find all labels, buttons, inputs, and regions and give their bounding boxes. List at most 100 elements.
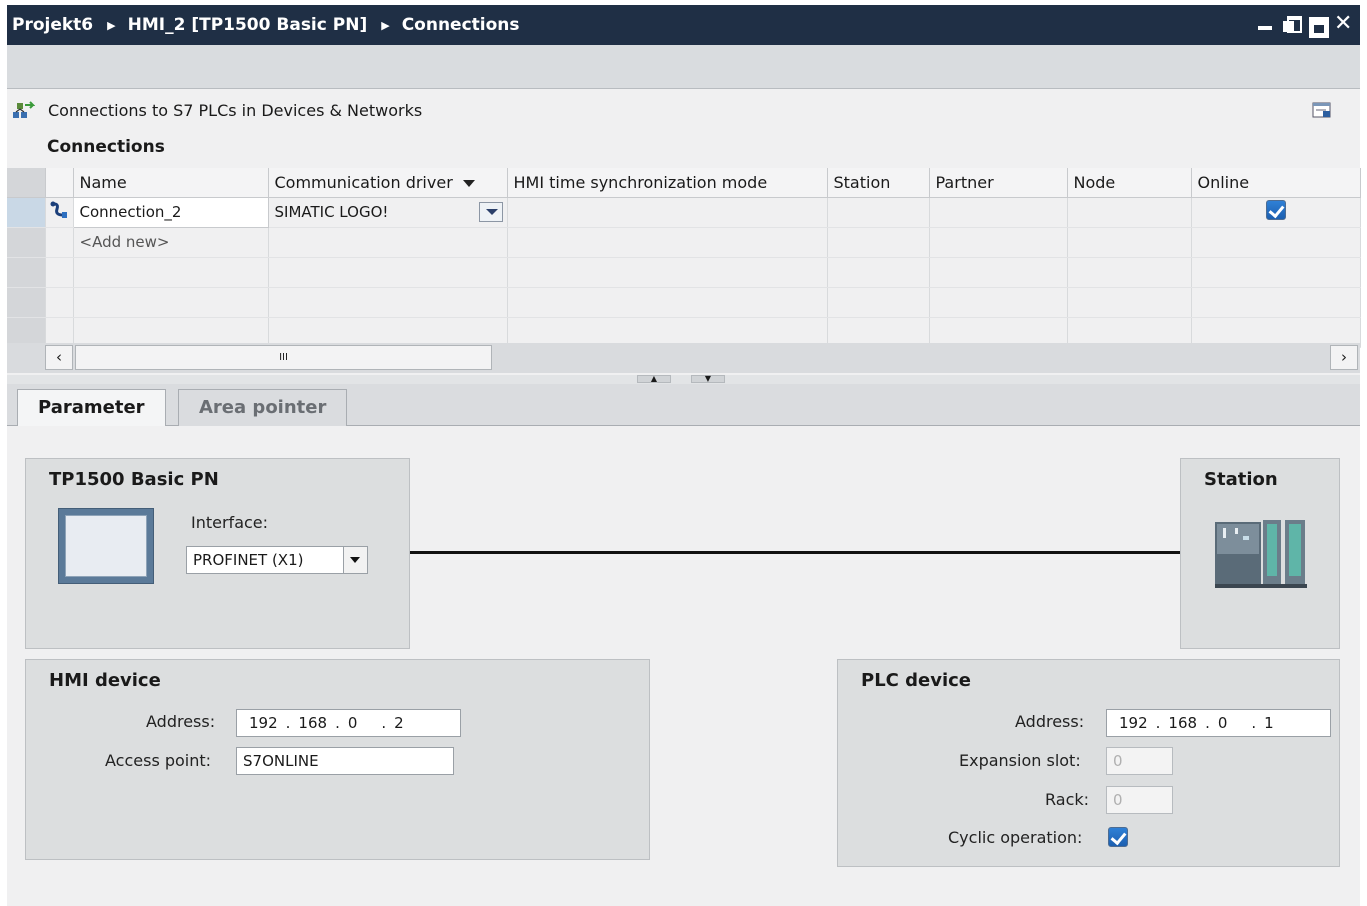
collapse-down-icon[interactable]: ▼: [691, 375, 725, 383]
close-icon[interactable]: ✕: [1334, 13, 1352, 35]
scroll-left-icon[interactable]: ‹: [45, 345, 73, 370]
empty-cell: [268, 257, 508, 288]
driver-dropdown-button[interactable]: [478, 201, 503, 222]
editor-header-title: Connections to S7 PLCs in Devices & Netw…: [48, 101, 423, 120]
ip-octet[interactable]: 168: [1168, 710, 1197, 736]
editor-titlebar: Projekt6 ▶ HMI_2 [TP1500 Basic PN] ▶ Con…: [7, 5, 1360, 45]
maximize-icon[interactable]: [1308, 13, 1329, 38]
ip-octet[interactable]: 2: [394, 710, 404, 736]
connections-table: Name Communication driver HMI time synch…: [7, 168, 1361, 348]
breadcrumb-device[interactable]: HMI_2 [TP1500 Basic PN]: [128, 15, 368, 35]
expansion-slot-label: Expansion slot:: [959, 751, 1081, 770]
breadcrumb-connections[interactable]: Connections: [402, 15, 520, 35]
plc-device-box: PLC device Address: 192. 168. 0. 1 Expansio…: [837, 659, 1340, 867]
rack-label: Rack:: [1045, 790, 1090, 809]
row-header[interactable]: [7, 287, 46, 318]
driver-cell[interactable]: SIMATIC LOGO!: [268, 197, 508, 228]
breadcrumb-project[interactable]: Projekt6: [12, 15, 93, 35]
plc-device-title: PLC device: [861, 670, 972, 691]
chevron-down-icon[interactable]: [343, 547, 367, 573]
station-title: Station: [1204, 469, 1278, 490]
column-header-online[interactable]: Online: [1191, 168, 1361, 198]
scrollbar-thumb[interactable]: III: [75, 345, 492, 370]
collapse-up-icon[interactable]: ▲: [637, 375, 671, 383]
online-checkbox[interactable]: [1265, 200, 1286, 220]
hmi-address-box: HMI device Address: 192. 168. 0. 2 Access p…: [25, 659, 650, 860]
sync-mode-cell[interactable]: [507, 197, 828, 228]
editor-toolbar: [7, 45, 1360, 89]
breadcrumb-separator-icon: ▶: [107, 18, 116, 32]
section-title: Connections: [47, 137, 165, 157]
empty-cell: [45, 227, 74, 258]
sort-down-icon[interactable]: [462, 179, 475, 187]
ip-octet[interactable]: 168: [298, 710, 327, 736]
tab-bar: Parameter Area pointer: [7, 384, 1360, 427]
horizontal-scrollbar[interactable]: ‹ III ›: [7, 343, 1360, 373]
hmi-device-box: TP1500 Basic PN Interface: PROFINET (X1): [25, 458, 410, 649]
ip-octet[interactable]: 0: [1218, 710, 1228, 736]
row-header-corner: [7, 168, 46, 198]
tab-area-pointer[interactable]: Area pointer: [178, 389, 348, 426]
column-header-partner[interactable]: Partner: [929, 168, 1068, 198]
access-point-field[interactable]: S7ONLINE: [236, 747, 454, 775]
table-row-add-new[interactable]: <Add new>: [7, 227, 1361, 258]
table-settings-icon[interactable]: [1312, 101, 1332, 119]
table-row[interactable]: Connection_2 SIMATIC LOGO!: [7, 196, 1361, 228]
ip-octet[interactable]: 192: [1119, 710, 1148, 736]
partner-cell[interactable]: [929, 197, 1068, 228]
column-header-sync-mode[interactable]: HMI time synchronization mode: [507, 168, 828, 198]
hmi-panel-icon: [58, 508, 154, 584]
empty-cell: [929, 227, 1068, 258]
ip-octet[interactable]: 0: [348, 710, 358, 736]
tab-parameter[interactable]: Parameter: [17, 389, 166, 427]
node-cell[interactable]: [1067, 197, 1192, 228]
add-new-cell[interactable]: <Add new>: [73, 227, 269, 258]
interface-select[interactable]: PROFINET (X1): [186, 546, 368, 574]
column-header-icon: [45, 168, 74, 198]
empty-cell: [1067, 257, 1192, 288]
hmi-ip-address-field[interactable]: 192. 168. 0. 2: [236, 709, 461, 737]
connection-name-cell[interactable]: Connection_2: [72, 196, 269, 228]
column-header-node[interactable]: Node: [1067, 168, 1192, 198]
cyclic-operation-checkbox[interactable]: [1108, 827, 1128, 847]
ip-octet[interactable]: 192: [249, 710, 278, 736]
ip-octet[interactable]: 1: [1264, 710, 1274, 736]
interface-label: Interface:: [191, 513, 269, 532]
hmi-address-label: Address:: [146, 712, 216, 731]
empty-cell: [929, 257, 1068, 288]
hmi-device-title: HMI device: [49, 670, 161, 691]
empty-cell: [45, 287, 74, 318]
minimize-icon[interactable]: [1256, 13, 1274, 35]
column-header-driver[interactable]: Communication driver: [268, 168, 508, 198]
splitter[interactable]: ▲ ▼: [7, 375, 1360, 384]
table-row-empty: [7, 257, 1361, 288]
row-header[interactable]: [7, 257, 46, 288]
empty-cell: [1067, 227, 1192, 258]
column-header-name[interactable]: Name: [73, 168, 269, 198]
row-header[interactable]: [7, 227, 46, 258]
breadcrumb-separator-icon: ▶: [381, 18, 390, 32]
plc-ip-address-field[interactable]: 192. 168. 0. 1: [1106, 709, 1331, 737]
expansion-slot-field: 0: [1106, 747, 1173, 775]
station-cell[interactable]: [827, 197, 930, 228]
column-header-station[interactable]: Station: [827, 168, 930, 198]
empty-cell: [73, 287, 269, 318]
scroll-right-icon[interactable]: ›: [1330, 345, 1358, 370]
rack-field: 0: [1106, 786, 1173, 814]
connection-line: [410, 551, 1182, 554]
station-box: Station: [1180, 458, 1340, 649]
connection-icon: [50, 201, 67, 218]
float-window-icon[interactable]: [1282, 13, 1302, 35]
empty-cell: [45, 257, 74, 288]
empty-cell: [827, 257, 930, 288]
online-cell[interactable]: [1191, 197, 1361, 228]
network-connections-icon[interactable]: [11, 101, 35, 121]
driver-value: SIMATIC LOGO!: [274, 203, 389, 221]
plc-address-label: Address:: [1015, 712, 1085, 731]
empty-cell: [268, 227, 508, 258]
cyclic-operation-label: Cyclic operation:: [948, 828, 1083, 847]
empty-cell: [507, 227, 828, 258]
column-header-driver-label: Communication driver: [274, 172, 453, 192]
row-header[interactable]: [7, 197, 46, 228]
empty-cell: [1067, 287, 1192, 318]
